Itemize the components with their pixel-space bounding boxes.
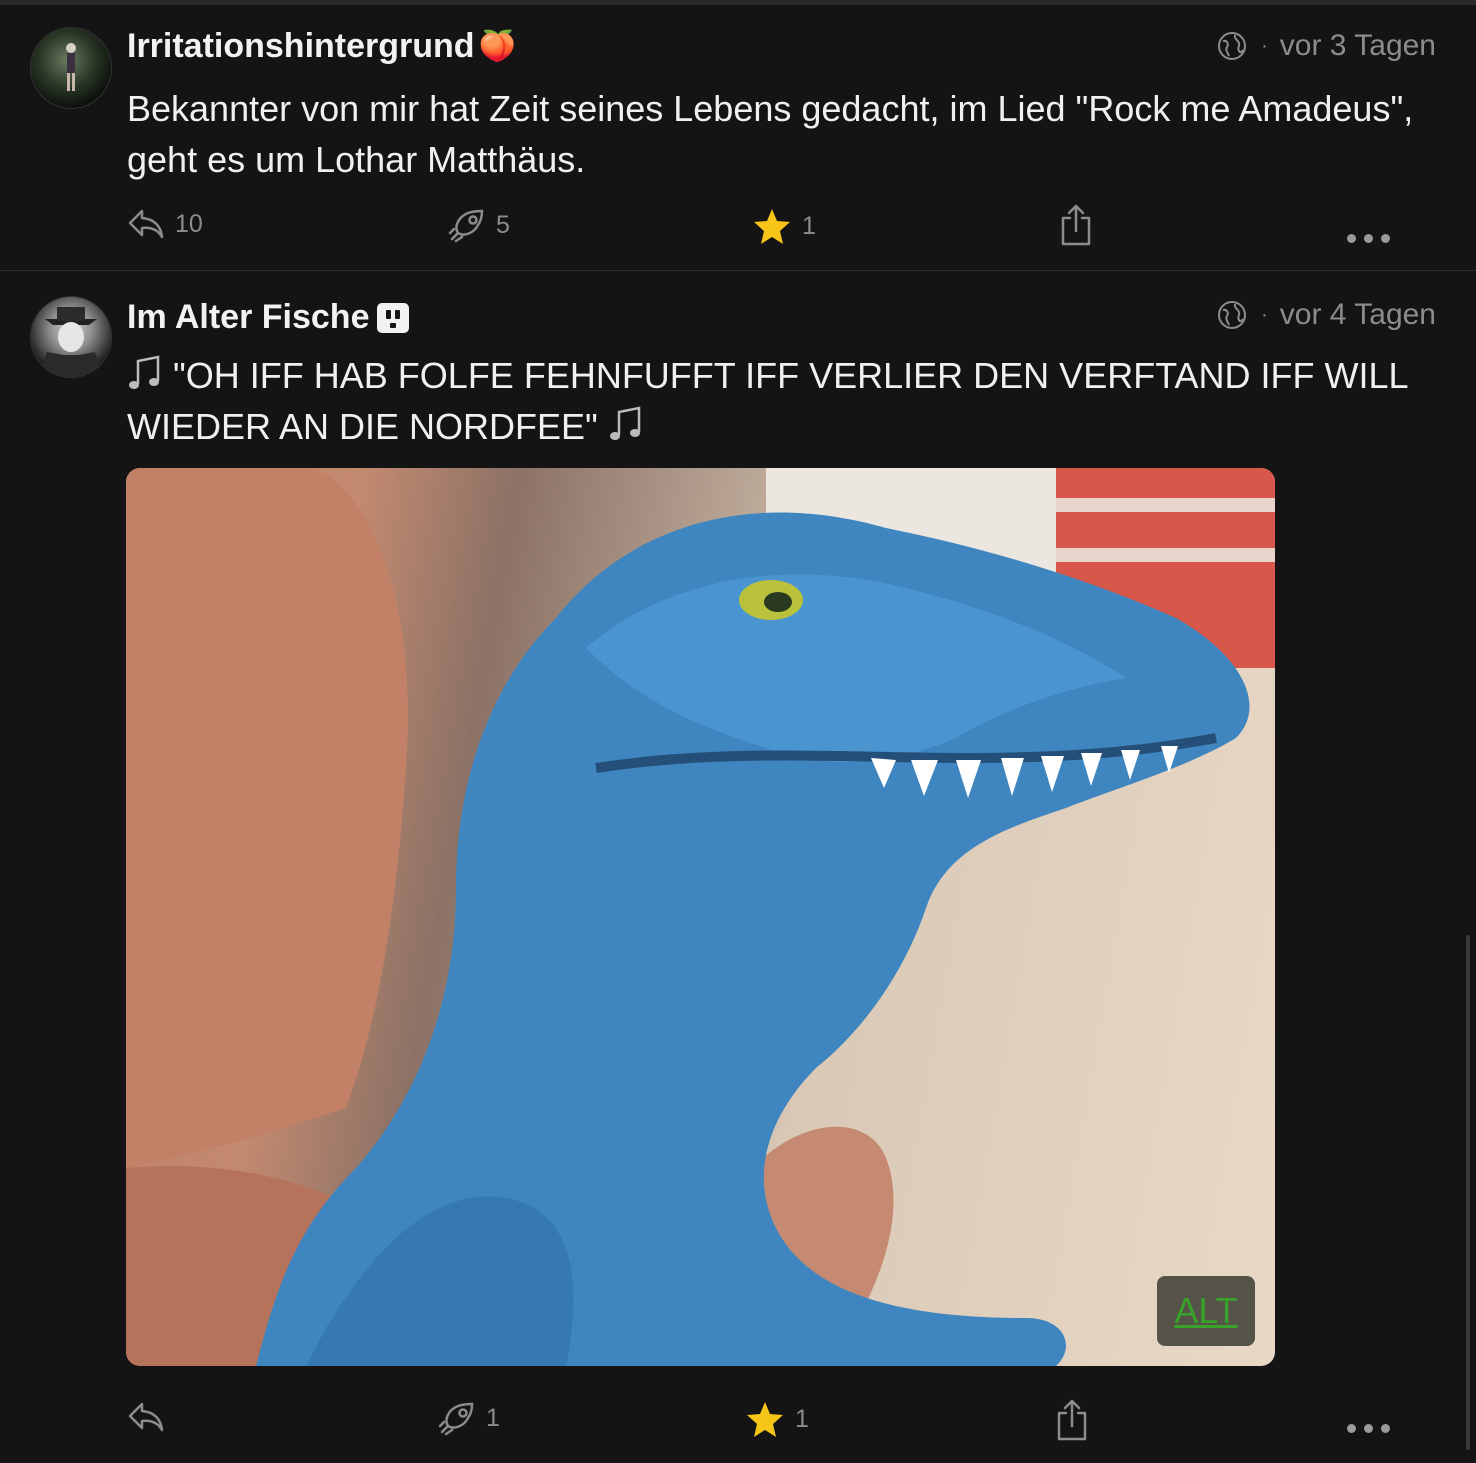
post-meta: · vor 3 Tagen: [1217, 29, 1436, 63]
star-icon: [754, 209, 790, 244]
share-button[interactable]: [1058, 203, 1104, 247]
author-avatar[interactable]: [30, 296, 112, 378]
meta-separator: ·: [1261, 34, 1268, 57]
reply-icon: [128, 1402, 164, 1432]
globe-icon: [1218, 301, 1247, 329]
bot-badge-icon: [377, 302, 410, 333]
boost-count: 1: [486, 1403, 500, 1432]
post-actions: 10 5 1: [0, 203, 1476, 253]
author-avatar[interactable]: [30, 27, 112, 109]
more-options-button[interactable]: [1347, 1424, 1390, 1433]
favourite-count: 1: [795, 1404, 809, 1433]
post-actions: 1 1: [0, 1398, 1476, 1448]
rocket-icon: [448, 209, 484, 243]
post-timestamp[interactable]: vor 3 Tagen: [1280, 29, 1436, 63]
share-icon: [1061, 204, 1091, 246]
globe-icon: [1218, 32, 1247, 60]
favourite-button[interactable]: 1: [745, 1400, 809, 1438]
boost-button[interactable]: 5: [448, 207, 510, 243]
favourite-count: 1: [802, 211, 816, 240]
boost-count: 5: [496, 210, 510, 239]
peach-emoji: 🍑: [478, 30, 516, 63]
more-options-button[interactable]: [1347, 234, 1390, 243]
reply-button[interactable]: 10: [127, 207, 203, 241]
post-text: "OH IFF HAB FOLFE FEHNFUFFT IFF VERLIER …: [127, 355, 1408, 447]
meta-separator: ·: [1261, 303, 1268, 326]
post-1: Irritationshintergrund 🍑 · vor 3 Tagen B…: [0, 5, 1476, 271]
music-note-icon: [129, 355, 160, 389]
favourite-button[interactable]: 1: [752, 207, 816, 245]
scrollbar[interactable]: [1466, 935, 1470, 1450]
reply-icon: [128, 209, 164, 239]
post-meta: · vor 4 Tagen: [1217, 298, 1436, 332]
boost-button[interactable]: 1: [438, 1400, 500, 1436]
author-name[interactable]: Irritationshintergrund 🍑: [127, 27, 516, 66]
post-content: Bekannter von mir hat Zeit seines Lebens…: [127, 88, 1414, 180]
author-name-text: Im Alter Fische: [127, 298, 370, 336]
post-image-dinosaur-toy[interactable]: ALT: [126, 468, 1275, 1366]
post-content: "OH IFF HAB FOLFE FEHNFUFFT IFF VERLIER …: [127, 350, 1447, 452]
reply-button[interactable]: [127, 1400, 175, 1434]
share-icon: [1057, 1399, 1087, 1441]
author-name-text: Irritationshintergrund: [127, 27, 475, 65]
share-button[interactable]: [1054, 1398, 1100, 1442]
post-timestamp[interactable]: vor 4 Tagen: [1280, 298, 1436, 332]
post-2: Im Alter Fische · vor 4 Tagen "OH IFF HA…: [0, 272, 1476, 1463]
star-icon: [747, 1402, 783, 1437]
author-name[interactable]: Im Alter Fische: [127, 298, 410, 337]
reply-count: 10: [175, 209, 203, 238]
rocket-icon: [438, 1402, 474, 1436]
alt-text-button[interactable]: ALT: [1157, 1276, 1255, 1346]
music-note-icon: [609, 406, 641, 440]
